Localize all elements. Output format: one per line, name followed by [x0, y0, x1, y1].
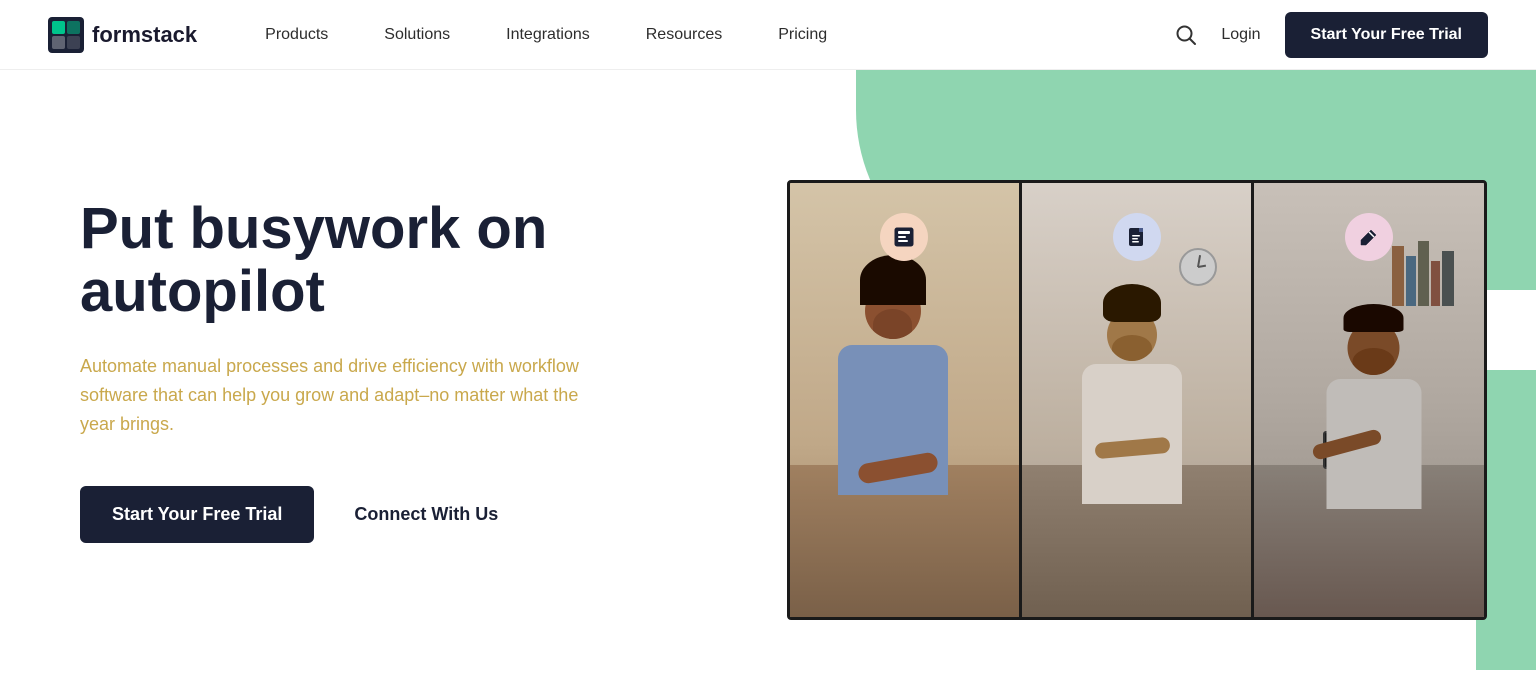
hero-right [737, 70, 1536, 670]
hero-left: Put busywork on autopilot Automate manua… [0, 70, 737, 670]
person-2-hair [1103, 284, 1161, 322]
nav-links: Products Solutions Integrations Resource… [237, 0, 1175, 70]
hero-heading-line2: autopilot [80, 259, 325, 324]
hero-connect-link[interactable]: Connect With Us [354, 504, 498, 525]
search-icon [1175, 24, 1197, 46]
hero-subtext-dash: – [419, 385, 429, 405]
hero-subtext: Automate manual processes and drive effi… [80, 352, 600, 438]
form-icon [893, 226, 915, 248]
login-link[interactable]: Login [1221, 26, 1260, 44]
nav-products[interactable]: Products [237, 0, 356, 70]
panel-badge-2 [1113, 213, 1161, 261]
hero-heading: Put busywork on autopilot [80, 197, 657, 325]
nav-pricing[interactable]: Pricing [750, 0, 855, 70]
person-3-hair [1344, 304, 1404, 332]
video-panel-1 [790, 183, 1019, 617]
logo-text: formstack [92, 22, 197, 48]
video-panel-3 [1251, 183, 1483, 617]
person-2-body [1082, 364, 1182, 504]
nav-resources[interactable]: Resources [618, 0, 750, 70]
panel-badge-1 [880, 213, 928, 261]
video-composite [787, 180, 1487, 620]
hero-buttons: Start Your Free Trial Connect With Us [80, 486, 657, 543]
video-panel-2 [1019, 183, 1251, 617]
hero-section: Put busywork on autopilot Automate manua… [0, 70, 1536, 670]
logo-link[interactable]: formstack [48, 17, 197, 53]
panel-badge-3 [1345, 213, 1393, 261]
hero-subtext-link[interactable]: brings. [120, 414, 174, 434]
nav-integrations[interactable]: Integrations [478, 0, 618, 70]
formstack-logo-icon [48, 17, 84, 53]
nav-cta-button[interactable]: Start Your Free Trial [1285, 12, 1488, 58]
bookshelf [1392, 226, 1472, 306]
wall-clock [1179, 248, 1217, 286]
nav-actions: Login Start Your Free Trial [1175, 12, 1488, 58]
nav-solutions[interactable]: Solutions [356, 0, 478, 70]
navbar: formstack Products Solutions Integration… [0, 0, 1536, 70]
search-button[interactable] [1175, 24, 1197, 46]
person-1-hair [860, 255, 926, 305]
hero-cta-button[interactable]: Start Your Free Trial [80, 486, 314, 543]
document-icon [1126, 226, 1148, 248]
edit-icon [1359, 227, 1379, 247]
hero-heading-line1: Put busywork on [80, 196, 547, 261]
